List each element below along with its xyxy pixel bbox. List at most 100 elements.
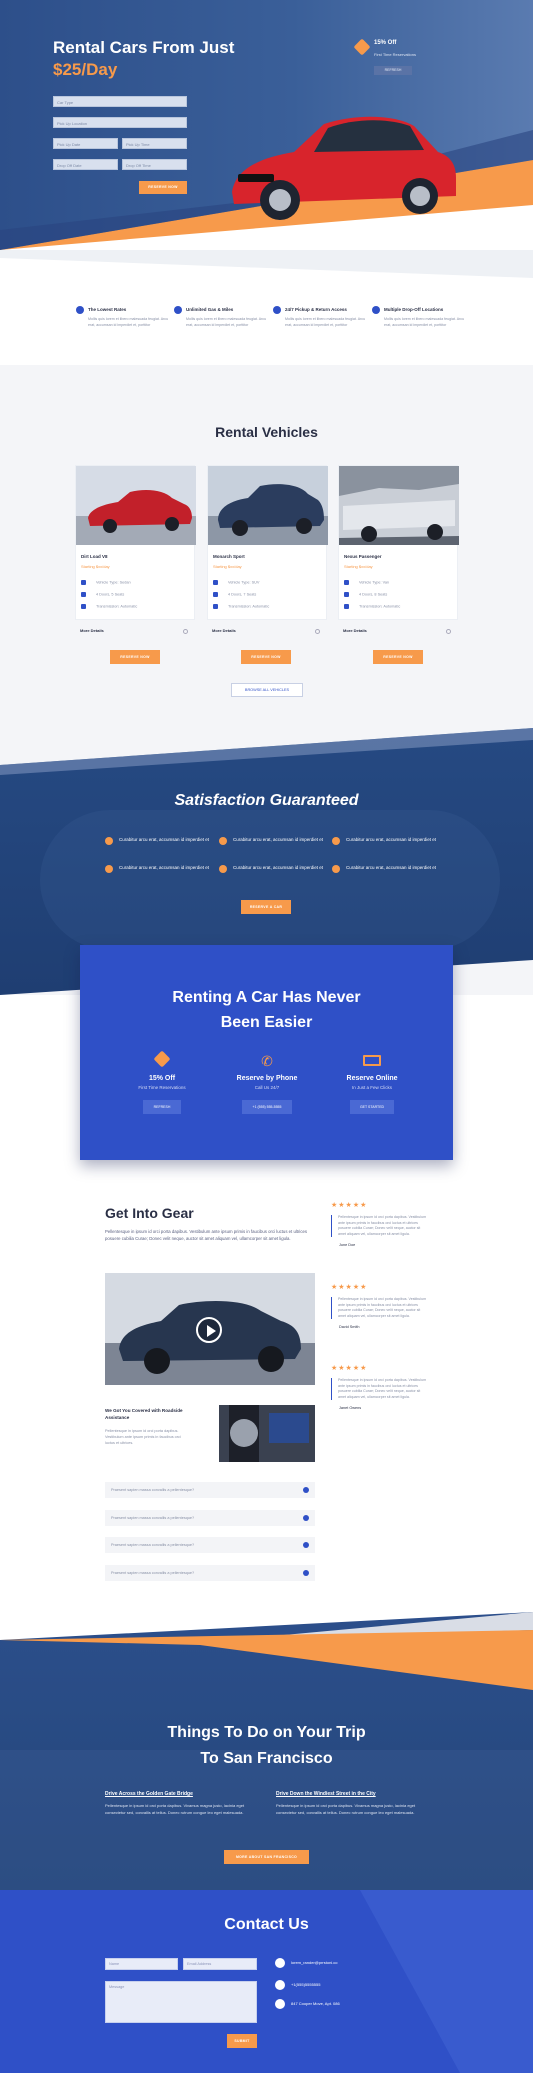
- gear-icon: [344, 604, 349, 609]
- satisfaction-item: Curabitur arcu erat, accumsan id imperdi…: [105, 864, 217, 873]
- plus-icon[interactable]: [446, 629, 451, 634]
- vehicle-card: Monarch Sport Starting $xx/day Vehicle T…: [207, 465, 328, 620]
- faq-toggle[interactable]: Praesent sapien massa convallis a pellen…: [105, 1565, 315, 1581]
- phone-icon: ✆: [261, 1053, 273, 1069]
- check-icon: [219, 837, 227, 845]
- plus-icon: [303, 1570, 309, 1576]
- play-button[interactable]: [196, 1317, 222, 1343]
- email-input[interactable]: Email Address: [183, 1958, 257, 1970]
- faq-question: Praesent sapien massa convallis a pellen…: [111, 1516, 195, 1520]
- get-started-button[interactable]: GET STARTED: [350, 1100, 394, 1114]
- plus-icon: [303, 1542, 309, 1548]
- vehicle-card-footers: More Details More Details More Details: [75, 621, 459, 641]
- satisfaction-item: Curabitur arcu erat, accumsan id imperdi…: [332, 836, 444, 845]
- car-icon: [213, 580, 218, 585]
- vehicle-transmission-text: Transmission: Automatic: [96, 604, 138, 609]
- gear-text: Pellentesque in ipsum id orci porta dapi…: [105, 1229, 308, 1241]
- satisfaction-item-text: Curabitur arcu erat, accumsan id imperdi…: [233, 837, 324, 842]
- vehicle-price: Starting $xx/day: [81, 564, 110, 569]
- gear-icon: [81, 604, 86, 609]
- reserve-a-car-button[interactable]: RESERVE A CAR: [241, 900, 291, 914]
- feature-title: 24/7 Pickup & Return Access: [285, 307, 347, 312]
- feature-description: Mollis quis lorem et libero malesuada fe…: [88, 317, 169, 327]
- promo-button[interactable]: REFRESH: [374, 66, 412, 75]
- feature-title: The Lowest Rates: [88, 307, 127, 312]
- features-top-wave: [0, 250, 533, 278]
- golden-gate-link[interactable]: Drive Across the Golden Gate Bridge: [105, 1791, 193, 1797]
- reserve-now-button[interactable]: RESERVE NOW: [139, 181, 187, 194]
- easier-column-title: 15% Off: [148, 1075, 176, 1082]
- pickup-date-input[interactable]: Pick Up Date: [53, 138, 118, 149]
- vehicle-price: Starting $xx/day: [344, 564, 373, 569]
- name-input[interactable]: Name: [105, 1958, 178, 1970]
- vehicle-image: [339, 466, 459, 545]
- vehicle-transmission: Transmission: Automatic: [213, 604, 269, 609]
- reserve-now-button[interactable]: RESERVE NOW: [241, 650, 291, 664]
- plus-icon[interactable]: [315, 629, 320, 634]
- submit-button[interactable]: SUBMIT: [227, 2034, 257, 2048]
- more-details-link[interactable]: More Details: [80, 628, 104, 633]
- vehicle-transmission-text: Transmission: Automatic: [228, 604, 270, 609]
- easier-column-subtitle: In Just a Few Clicks: [351, 1085, 392, 1090]
- windiest-street-link[interactable]: Drive Down the Windiest Street in the Ci…: [276, 1791, 376, 1797]
- dropoff-date-input[interactable]: Drop Off Date: [53, 159, 118, 170]
- contact-phone[interactable]: +1(555)5555555: [291, 1982, 320, 1987]
- refresh-button[interactable]: REFRESH: [143, 1100, 181, 1114]
- reserve-now-button[interactable]: RESERVE NOW: [373, 650, 423, 664]
- covered-text: Pellentesque in ipsum id orci porta dapi…: [105, 1429, 181, 1445]
- check-icon: [332, 837, 340, 845]
- seat-icon: [81, 592, 86, 597]
- plus-icon: [303, 1487, 309, 1493]
- satisfaction-item-text: Curabitur arcu erat, accumsan id imperdi…: [346, 837, 437, 842]
- pickup-time-input[interactable]: Pick Up Time: [122, 138, 187, 149]
- phone-button[interactable]: +1 (555) 555-5555: [242, 1100, 292, 1114]
- gas-icon: [174, 306, 182, 314]
- more-about-sf-button[interactable]: MORE ABOUT SAN FRANCISCO: [224, 1850, 309, 1864]
- car-type-select[interactable]: Car Type: [53, 96, 187, 107]
- vehicle-image: [76, 466, 196, 545]
- vehicle-name: Monarch Sport: [213, 554, 245, 559]
- faq-toggle[interactable]: Praesent sapien massa convallis a pellen…: [105, 1510, 315, 1526]
- easier-column-subtitle: Call Us 24/7: [254, 1085, 280, 1090]
- satisfaction-item-text: Curabitur arcu erat, accumsan id imperdi…: [346, 865, 437, 870]
- things-title: Things To Do on Your Trip To San Francis…: [0, 1720, 533, 1772]
- plus-icon[interactable]: [183, 629, 188, 634]
- gear-title: Get Into Gear: [105, 1205, 194, 1221]
- vehicle-doors-text: 4 Doors, 8 Seats: [359, 592, 388, 597]
- plus-icon: [303, 1515, 309, 1521]
- more-details-link[interactable]: More Details: [212, 628, 236, 633]
- tag-icon: [76, 306, 84, 314]
- pickup-location-input[interactable]: Pick Up Location: [53, 117, 187, 128]
- faq-question: Praesent sapien massa convallis a pellen…: [111, 1543, 195, 1547]
- easier-column: Reserve Online In Just a Few Clicks GET …: [322, 1053, 422, 1114]
- faq-toggle[interactable]: Praesent sapien massa convallis a pellen…: [105, 1482, 315, 1498]
- review: ★★★★★ Pellentesque in ipsum id orci port…: [331, 1364, 429, 1410]
- browse-all-vehicles-button[interactable]: BROWSE ALL VEHICLES: [231, 683, 303, 697]
- feature-description: Mollis quis lorem et libero malesuada fe…: [186, 317, 267, 327]
- contact-email[interactable]: lorem_rander@prrstoni.co: [291, 1960, 338, 1965]
- things-title-line1: Things To Do on Your Trip: [167, 1724, 366, 1741]
- message-textarea[interactable]: Message: [105, 1981, 257, 2023]
- location-pin-icon: [275, 1999, 285, 2009]
- windiest-street-text: Pellentesque in ipsum id orci porta dapi…: [276, 1803, 416, 1815]
- golden-gate-text: Pellentesque in ipsum id orci porta dapi…: [105, 1803, 245, 1815]
- more-details-link[interactable]: More Details: [343, 628, 367, 633]
- vehicle-doors: 4 Doors, 7 Seats: [213, 592, 256, 597]
- satisfaction-title: Satisfaction Guaranteed: [174, 792, 359, 809]
- location-pin-icon: [372, 306, 380, 314]
- check-icon: [105, 837, 113, 845]
- hero-car-image: [232, 116, 456, 220]
- vehicle-doors-text: 4 Doors, 5 Seats: [96, 592, 125, 597]
- review-author: June Doe: [339, 1243, 356, 1247]
- vehicle-transmission-text: Transmission: Automatic: [359, 604, 401, 609]
- star-rating: ★★★★★: [331, 1284, 368, 1291]
- faq-question: Praesent sapien massa convallis a pellen…: [111, 1571, 195, 1575]
- check-icon: [219, 865, 227, 873]
- tire-image: [219, 1405, 315, 1462]
- dropoff-time-input[interactable]: Drop Off Time: [122, 159, 187, 170]
- reserve-now-button[interactable]: RESERVE NOW: [110, 650, 160, 664]
- feature-title: Multiple Drop-Off Locations: [384, 307, 444, 312]
- vehicle-card: Nexus Passenger Starting $xx/day Vehicle…: [338, 465, 459, 620]
- faq-toggle[interactable]: Praesent sapien massa convallis a pellen…: [105, 1537, 315, 1553]
- phone-icon: [275, 1980, 285, 1990]
